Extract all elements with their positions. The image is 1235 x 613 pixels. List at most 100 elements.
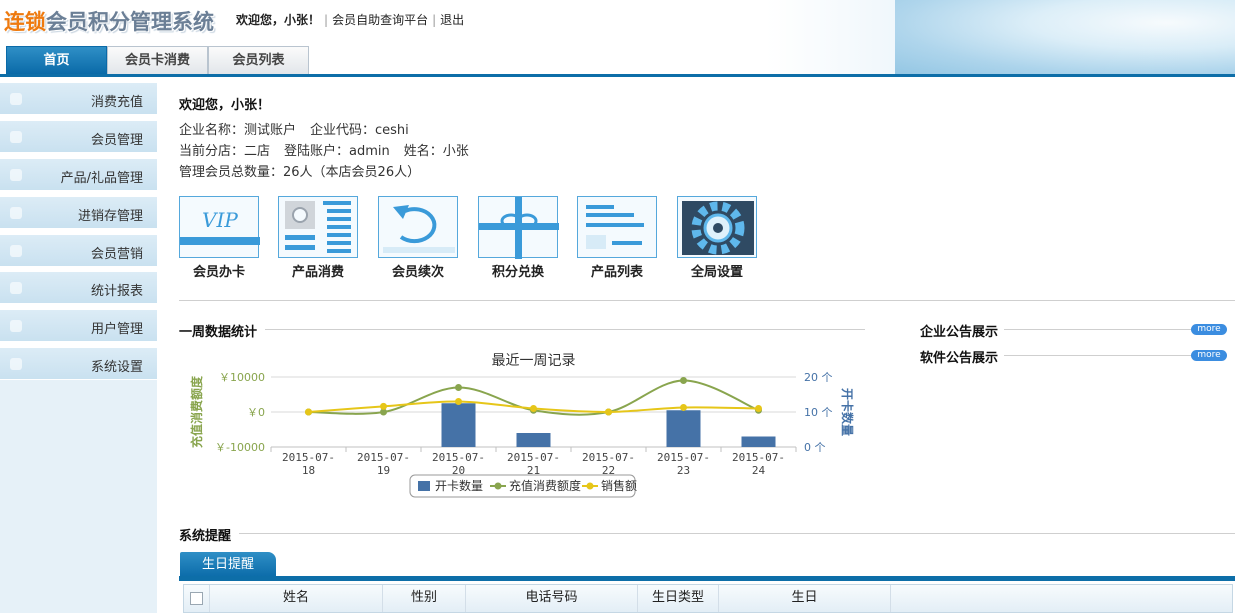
self-query-platform-link[interactable]: 会员自助查询平台: [332, 13, 428, 27]
product-consume-icon: [278, 196, 358, 258]
sidebar-item-inventory[interactable]: 进销存管理: [0, 197, 157, 229]
y-right-tick-label: 20 个: [804, 371, 833, 384]
x-tick-label: 19: [377, 464, 390, 477]
software-notice-title: 软件公告展示: [920, 351, 999, 366]
column-header[interactable]: 生日: [719, 585, 891, 612]
legend-swatch: [586, 482, 594, 490]
sidebar-item-label: 产品/礼品管理: [60, 171, 143, 186]
logo-title: 会员积分管理系统: [46, 10, 214, 34]
y-right-tick-label: 0 个: [804, 441, 826, 454]
weekly-stats-title: 一周数据统计: [179, 325, 258, 340]
column-header[interactable]: 性别: [383, 585, 466, 612]
y-right-tick-label: 10 个: [804, 406, 833, 419]
column-header[interactable]: 姓名: [210, 585, 383, 612]
branch-info: 当前分店：二店 登陆账户：admin 姓名：小张: [179, 140, 469, 159]
series-point: [680, 403, 687, 411]
user-icon: [10, 93, 22, 105]
birthday-table-header: 姓名 性别 电话号码 生日类型 生日: [183, 584, 1233, 613]
y-left-tick-label: ￥0: [247, 406, 265, 419]
series-point: [380, 402, 387, 410]
x-tick-label: 2015-07-: [507, 451, 560, 464]
sidebar-item-statistics[interactable]: 统计报表: [0, 272, 157, 304]
legend-label: 销售额: [601, 478, 637, 493]
x-tick-label: 2015-07-: [657, 451, 710, 464]
gift-icon: [10, 207, 22, 219]
enterprise-notice-more-button[interactable]: more: [1191, 324, 1227, 335]
sidebar-item-member-marketing[interactable]: 会员营销: [0, 235, 157, 267]
shortcut-product-consume[interactable]: 产品消费: [278, 196, 360, 280]
divider: [179, 300, 1235, 301]
bar: [666, 410, 701, 447]
sidebar-item-user-manage[interactable]: 用户管理: [0, 310, 157, 342]
user-welcome: 欢迎您，小张！: [236, 13, 321, 27]
column-header[interactable]: 生日类型: [638, 585, 719, 612]
divider: [239, 533, 1235, 534]
divider: |: [432, 13, 437, 27]
bar: [516, 433, 551, 447]
y-right-axis-title: 开卡数量: [840, 388, 855, 436]
x-tick-label: 2015-07-: [582, 451, 635, 464]
logo-brand: 连锁: [4, 10, 46, 34]
x-tick-label: 24: [752, 464, 766, 477]
sidebar-item-label: 统计报表: [90, 284, 143, 299]
enterprise-notice-title: 企业公告展示: [920, 325, 999, 340]
bar: [441, 403, 476, 447]
sidebar-item-label: 用户管理: [90, 322, 143, 337]
series-point: [305, 408, 312, 416]
shortcut-global-settings[interactable]: 全局设置: [677, 196, 759, 280]
select-all-checkbox[interactable]: [190, 592, 203, 605]
sidebar-item-member-manage[interactable]: 会员管理: [0, 121, 157, 153]
divider: |: [324, 13, 329, 27]
legend-label: 开卡数量: [435, 478, 483, 493]
shortcut-label: 产品消费: [291, 265, 344, 280]
sidebar-item-label: 会员管理: [90, 133, 143, 148]
renew-icon: [378, 196, 458, 258]
y-left-axis-title: 充值消费额度: [189, 375, 204, 448]
user-bar: 欢迎您，小张！ | 会员自助查询平台 | 退出: [236, 11, 464, 28]
software-notice-more-button[interactable]: more: [1191, 350, 1227, 361]
tab-birthday-remind[interactable]: 生日提醒: [180, 552, 276, 578]
sidebar-item-system-settings[interactable]: 系统设置: [0, 348, 157, 380]
gift-box-icon: [478, 196, 559, 259]
shortcut-member-card[interactable]: VIP 会员办卡: [179, 196, 261, 280]
tab-member-list[interactable]: 会员列表: [208, 46, 309, 74]
weekly-chart: 最近一周记录￥10000￥0￥-1000020 个10 个0 个充值消费额度 开卡…: [189, 352, 855, 498]
x-tick-label: 23: [677, 464, 690, 477]
series-point: [455, 398, 462, 405]
shortcut-label: 积分兑换: [491, 265, 544, 280]
column-header[interactable]: 电话号码: [466, 585, 638, 612]
x-tick-label: 2015-07-: [357, 451, 410, 464]
chart-title: 最近一周记录: [492, 352, 576, 368]
x-tick-label: 2015-07-: [432, 451, 485, 464]
gear-icon: [10, 358, 22, 370]
sidebar-item-label: 进销存管理: [77, 209, 143, 224]
app-logo: 连锁会员积分管理系统: [4, 6, 214, 36]
shortcut-member-renew[interactable]: 会员续次: [378, 196, 460, 280]
series-point: [680, 377, 687, 384]
x-tick-label: 2015-07-: [282, 451, 335, 464]
vip-card-icon: VIP: [179, 196, 260, 258]
login-account: 登陆账户：admin: [284, 144, 390, 159]
company-name: 企业名称：测试账户: [179, 123, 297, 138]
series-point: [755, 405, 762, 412]
x-tick-label: 2015-07-: [732, 451, 785, 464]
member-count: 管理会员总数量：26人（本店会员26人）: [179, 165, 421, 180]
shortcut-product-list[interactable]: 产品列表: [577, 196, 659, 280]
sidebar-item-consume-recharge[interactable]: 消费充值: [0, 83, 157, 115]
header-banner-decoration: [895, 0, 1235, 76]
tab-home[interactable]: 首页: [6, 46, 107, 74]
monitor-icon: [10, 282, 22, 294]
svg-text:VIP: VIP: [202, 208, 238, 232]
sidebar-item-product-gift[interactable]: 产品/礼品管理: [0, 159, 157, 191]
welcome-title: 欢迎您，小张！: [179, 98, 271, 113]
series-point: [455, 384, 462, 391]
current-branch: 当前分店：二店: [179, 144, 271, 159]
tab-card-consume[interactable]: 会员卡消费: [107, 46, 208, 74]
shortcut-points-exchange[interactable]: 积分兑换: [478, 196, 560, 280]
user-name: 姓名：小张: [403, 144, 469, 159]
main-content: 欢迎您，小张！ 企业名称：测试账户 企业代码：ceshi 当前分店：二店 登陆账户：…: [179, 77, 1235, 613]
logout-link[interactable]: 退出: [440, 13, 464, 27]
company-code: 企业代码：ceshi: [310, 123, 409, 138]
divider: [265, 329, 865, 330]
shortcut-label: 全局设置: [690, 265, 743, 280]
